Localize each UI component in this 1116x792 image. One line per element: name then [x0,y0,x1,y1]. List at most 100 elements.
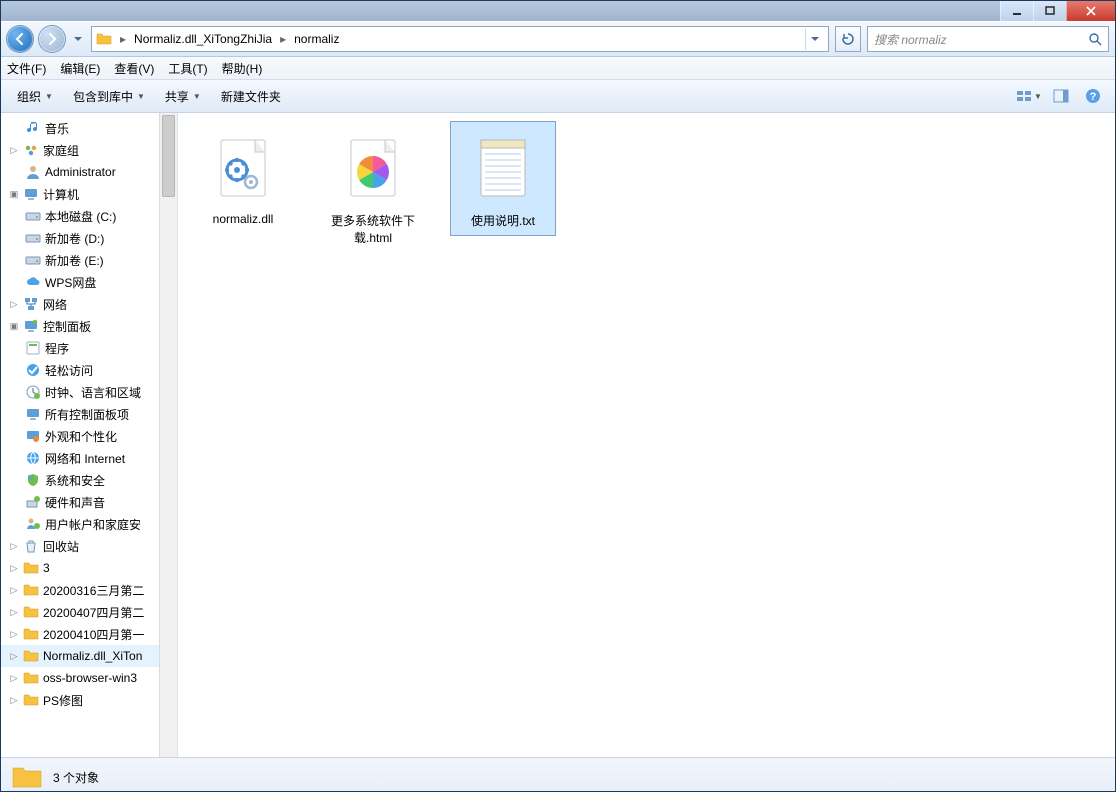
address-bar[interactable]: ▸ Normaliz.dll_XiTongZhiJia ▸ normaliz [91,26,829,52]
address-dropdown[interactable] [805,28,824,50]
refresh-button[interactable] [835,26,861,52]
navigation-pane: 音乐 ▷ 家庭组 Administrator▣计算机本地磁盘 (C:) 新加卷 (D:)… [1,113,178,757]
help-icon: ? [1085,88,1101,104]
file-item[interactable]: normaliz.dll [190,121,296,233]
expand-icon[interactable]: ▷ [9,563,19,574]
file-thumbnail [463,128,543,208]
tree-item[interactable]: 本地磁盘 (C:) [1,205,177,227]
tree-item[interactable]: 新加卷 (E:) [1,249,177,271]
explorer-window: ▸ Normaliz.dll_XiTongZhiJia ▸ normaliz 搜… [0,0,1116,792]
menu-tools[interactable]: 工具(T) [168,60,207,77]
expand-icon[interactable]: ▷ [9,629,19,640]
menu-edit[interactable]: 编辑(E) [60,60,100,77]
menu-view[interactable]: 查看(V) [114,60,154,77]
window-buttons [1000,1,1115,21]
tree-item-label: 系统和安全 [45,472,105,489]
tree-item-label: 音乐 [45,120,69,137]
breadcrumb-separator: ▸ [118,32,128,46]
nav-history-dropdown[interactable] [71,26,85,52]
menu-file[interactable]: 文件(F) [7,60,46,77]
preview-pane-button[interactable] [1047,84,1075,108]
tree-item[interactable]: 硬件和声音 [1,491,177,513]
share-label: 共享 [165,88,189,105]
sidebar-scrollbar[interactable] [159,113,177,757]
share-button[interactable]: 共享 ▼ [157,84,209,109]
expand-icon[interactable]: ▷ [9,651,19,662]
file-name-label: 更多系统软件下载.html [325,212,421,246]
titlebar-background [1,1,1000,21]
tree-item[interactable]: Administrator [1,161,177,183]
expand-icon[interactable]: ▷ [9,607,19,618]
tree-item[interactable]: ▷Normaliz.dll_XiTon [1,645,177,667]
file-list-pane[interactable]: normaliz.dll 更多系统软件下载.html 使用说明.txt [178,113,1115,757]
tree-item-label: 时钟、语言和区域 [45,384,141,401]
folder-icon [96,31,112,47]
tree-item[interactable]: 音乐 [1,117,177,139]
tree-item[interactable]: ▷20200410四月第一 [1,623,177,645]
tree-item-label: 新加卷 (D:) [45,230,104,247]
file-item[interactable]: 使用说明.txt [450,121,556,236]
tree-item[interactable]: ▷回收站 [1,535,177,557]
back-button[interactable] [7,26,33,52]
refresh-icon [841,32,855,46]
chevron-down-icon: ▼ [137,92,145,101]
expand-icon[interactable]: ▣ [9,189,19,200]
forward-button[interactable] [39,26,65,52]
tree-item[interactable]: ▷ 家庭组 [1,139,177,161]
titlebar [1,1,1115,21]
close-button[interactable] [1066,1,1115,21]
tree-item[interactable]: 所有控制面板项 [1,403,177,425]
expand-icon[interactable]: ▷ [9,145,19,156]
tree-item[interactable]: 时钟、语言和区域 [1,381,177,403]
new-folder-label: 新建文件夹 [221,88,281,105]
tree-item[interactable]: ▷网络 [1,293,177,315]
navigation-bar: ▸ Normaliz.dll_XiTongZhiJia ▸ normaliz 搜… [1,21,1115,57]
tree-item[interactable]: 网络和 Internet [1,447,177,469]
expand-icon[interactable]: ▷ [9,585,19,596]
file-item[interactable]: 更多系统软件下载.html [320,121,426,253]
include-library-button[interactable]: 包含到库中▼ [65,84,153,109]
breadcrumb-item[interactable]: Normaliz.dll_XiTongZhiJia [134,32,272,46]
preview-pane-icon [1053,89,1069,103]
menu-help[interactable]: 帮助(H) [222,60,263,77]
search-icon [1088,32,1102,46]
tree-item[interactable]: 程序 [1,337,177,359]
organize-label: 组织 [17,88,41,105]
breadcrumb-item[interactable]: normaliz [294,32,339,46]
tree-item[interactable]: ▣控制面板 [1,315,177,337]
tree-item[interactable]: ▷PS修图 [1,689,177,711]
tree-item[interactable]: WPS网盘 [1,271,177,293]
tree-item-label: 20200316三月第二 [43,582,144,599]
search-box[interactable]: 搜索 normaliz [867,26,1109,52]
expand-icon[interactable]: ▷ [9,299,19,310]
help-button[interactable]: ? [1079,84,1107,108]
expand-icon[interactable]: ▣ [9,321,19,332]
tree-item-label: 网络和 Internet [45,450,125,467]
tree-item[interactable]: ▷3 [1,557,177,579]
tree-item-label: 外观和个性化 [45,428,117,445]
expand-icon[interactable]: ▷ [9,673,19,684]
tree-item[interactable]: 用户帐户和家庭安 [1,513,177,535]
file-name-label: normaliz.dll [213,212,274,226]
tree-item[interactable]: ▷ 20200316三月第二 [1,579,177,601]
tree-item[interactable]: ▷ 20200407四月第二 [1,601,177,623]
new-folder-button[interactable]: 新建文件夹 [213,84,289,109]
tree-item[interactable]: 外观和个性化 [1,425,177,447]
tree-item[interactable]: ▷oss-browser-win3 [1,667,177,689]
tree-item[interactable]: 系统和安全 [1,469,177,491]
tree-item[interactable]: 新加卷 (D:) [1,227,177,249]
expand-icon[interactable]: ▷ [9,541,19,552]
scrollbar-thumb[interactable] [162,115,175,197]
view-options-button[interactable]: ▼ [1015,84,1043,108]
expand-icon[interactable]: ▷ [9,695,19,706]
tree-item-label: 所有控制面板项 [45,406,129,423]
minimize-button[interactable] [1000,1,1033,21]
tree-item[interactable]: ▣计算机 [1,183,177,205]
tree-item[interactable]: 轻松访问 [1,359,177,381]
tree-item-label: 家庭组 [43,142,79,159]
tree-item-label: 20200407四月第二 [43,604,144,621]
file-thumbnail [203,128,283,208]
chevron-down-icon: ▼ [193,92,201,101]
maximize-button[interactable] [1033,1,1066,21]
organize-button[interactable]: 组织▼ [9,84,61,109]
